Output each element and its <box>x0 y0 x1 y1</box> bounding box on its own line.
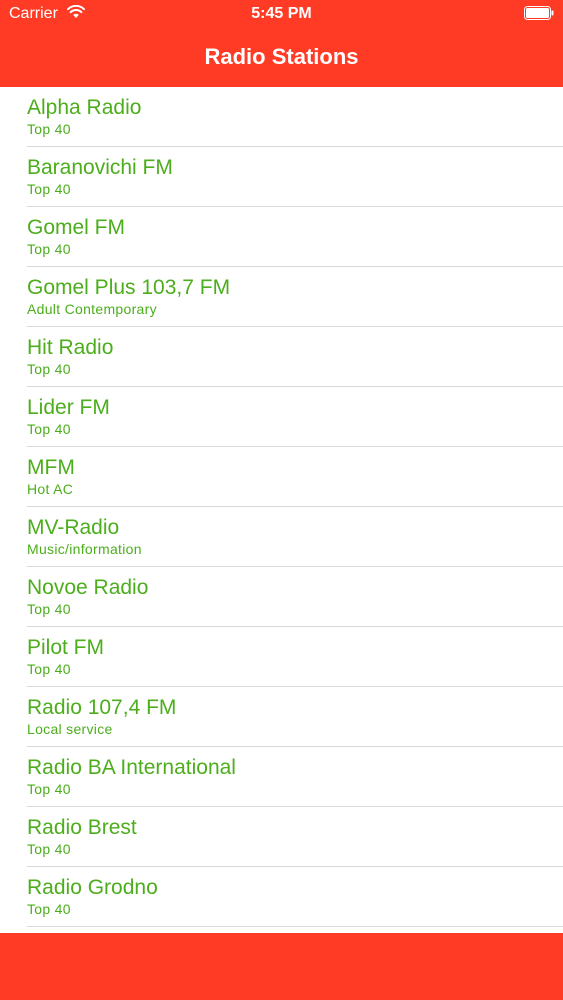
app-screen: Carrier 5:45 PM Radio Stations Alpha Rad… <box>0 0 563 1000</box>
station-genre: Adult Contemporary <box>27 301 157 317</box>
station-genre: Top 40 <box>27 181 71 197</box>
station-genre: Top 40 <box>27 421 71 437</box>
station-genre: Music/information <box>27 541 142 557</box>
bottom-bar <box>0 933 563 1000</box>
battery-full-icon <box>524 6 555 21</box>
station-row[interactable]: Alpha Radio Top 40 <box>27 87 563 147</box>
status-time: 5:45 PM <box>251 5 312 22</box>
status-bar: Carrier 5:45 PM <box>0 0 563 28</box>
station-row[interactable]: Lider FM Top 40 <box>27 387 563 447</box>
station-row[interactable]: Gomel FM Top 40 <box>27 207 563 267</box>
station-name: Baranovichi FM <box>27 156 173 179</box>
station-name: MFM <box>27 456 75 479</box>
station-genre: Top 40 <box>27 661 71 677</box>
station-name: Hit Radio <box>27 336 114 359</box>
station-list: Alpha Radio Top 40 Baranovichi FM Top 40 Gom… <box>0 87 563 933</box>
station-genre: Top 40 <box>27 901 71 917</box>
station-genre: Top 40 <box>27 781 71 797</box>
station-row[interactable]: Radio BA International Top 40 <box>27 747 563 807</box>
station-name: Radio BA International <box>27 756 236 779</box>
station-name: Radio Brest <box>27 816 137 839</box>
station-row[interactable]: Novoe Radio Top 40 <box>27 567 563 627</box>
station-name: MV-Radio <box>27 516 120 539</box>
station-genre: Top 40 <box>27 241 71 257</box>
station-row[interactable]: Pilot FM Top 40 <box>27 627 563 687</box>
station-row[interactable]: MV-Radio Music/information <box>27 507 563 567</box>
station-row[interactable]: Hit Radio Top 40 <box>27 327 563 387</box>
page-title: Radio Stations <box>204 44 359 69</box>
station-genre: Top 40 <box>27 841 71 857</box>
station-name: Alpha Radio <box>27 96 142 119</box>
station-name: Gomel FM <box>27 216 126 239</box>
station-row[interactable]: MFM Hot AC <box>27 447 563 507</box>
station-name: Pilot FM <box>27 636 105 659</box>
station-row[interactable]: Radio Grodno Top 40 <box>27 867 563 927</box>
station-name: Novoe Radio <box>27 576 149 599</box>
station-genre: Top 40 <box>27 601 71 617</box>
station-name: Radio 107,4 FM <box>27 696 177 719</box>
station-genre: Hot AC <box>27 481 74 497</box>
station-row[interactable]: Gomel Plus 103,7 FM Adult Contemporary <box>27 267 563 327</box>
station-genre: Top 40 <box>27 121 71 137</box>
station-name: Gomel Plus 103,7 FM <box>27 276 231 299</box>
station-row[interactable]: Radio 107,4 FM Local service <box>27 687 563 747</box>
station-row[interactable]: Radio Brest Top 40 <box>27 807 563 867</box>
station-name: Radio Grodno <box>27 876 158 899</box>
navigation-header: Carrier 5:45 PM Radio Stations <box>0 0 563 87</box>
station-genre: Top 40 <box>27 361 71 377</box>
station-row[interactable]: Baranovichi FM Top 40 <box>27 147 563 207</box>
station-genre: Local service <box>27 721 113 737</box>
station-name: Lider FM <box>27 396 110 419</box>
